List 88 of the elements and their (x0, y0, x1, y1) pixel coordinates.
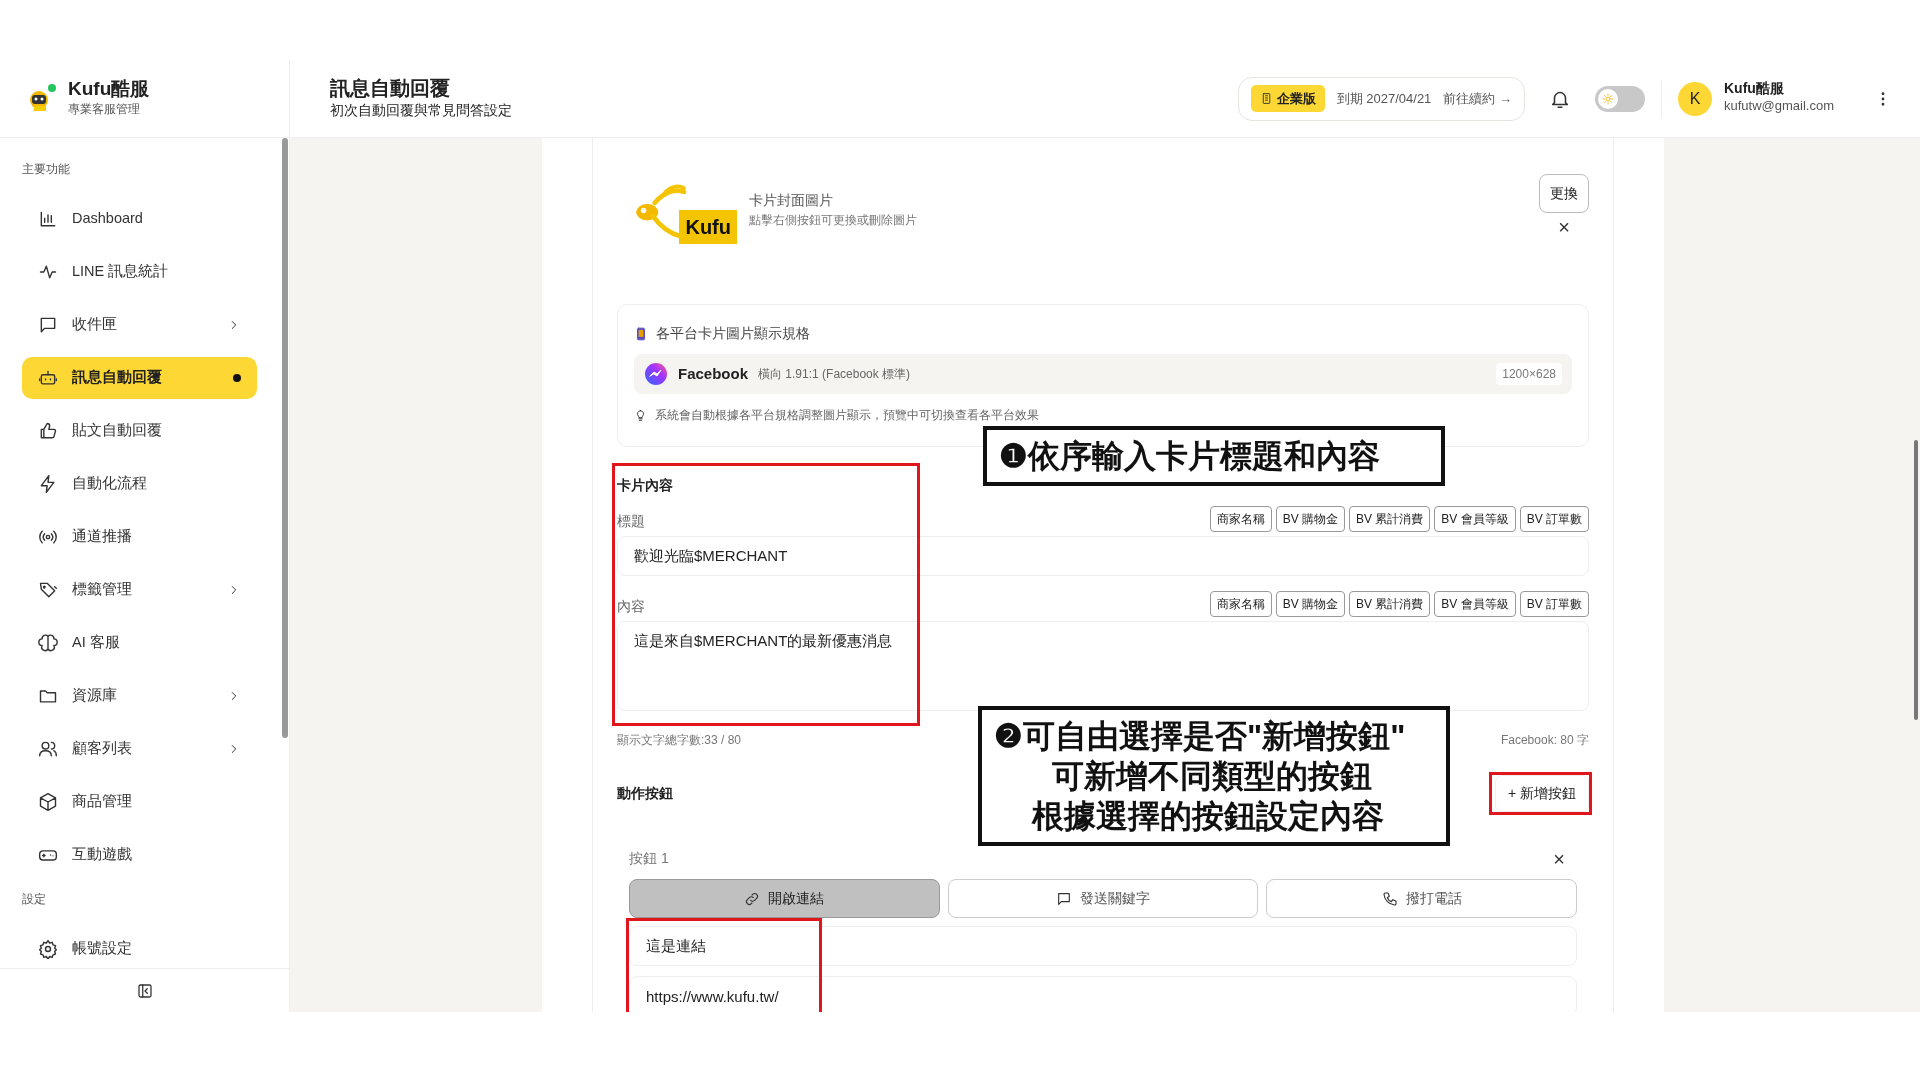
button-text-field[interactable]: 這是連結 (629, 926, 1577, 966)
character-limit: Facebook: 80 字 (1500, 732, 1589, 749)
page-title: 訊息自動回覆 (330, 76, 451, 100)
robot-icon (38, 368, 58, 388)
tag-icon (38, 580, 58, 600)
variable-button[interactable]: 商家名稱 (1209, 506, 1272, 532)
action-type-tab[interactable]: 發送關鍵字 (947, 879, 1259, 918)
action-type-tab[interactable]: 撥打電話 (1266, 879, 1577, 918)
brand-subtitle: 專業客服管理 (68, 100, 141, 118)
sidebar-item[interactable]: 自動化流程 (22, 463, 257, 505)
plan-badge: 企業版 (1250, 84, 1325, 113)
remove-button[interactable]: × (1553, 848, 1565, 869)
content-field[interactable]: 這是來自$MERCHANT的最新優惠消息 (617, 621, 1589, 711)
sidebar-item[interactable]: 資源庫 (22, 675, 257, 717)
logo-text: Kufu (679, 210, 737, 244)
platform-ratio: 橫向 1.91:1 (Facebook 標準) (758, 366, 911, 383)
title-field[interactable]: 歡迎光臨$MERCHANT (617, 536, 1589, 576)
callout-text: 根據選擇的按鈕設定內容 (1030, 797, 1385, 836)
image-size: 1200×628 (1496, 363, 1562, 385)
user-avatar[interactable]: K (1678, 81, 1712, 116)
variable-button[interactable]: BV 累計消費 (1348, 591, 1431, 617)
field-label: 標題 (617, 512, 645, 531)
scrollbar[interactable] (1914, 440, 1918, 720)
message-icon (38, 315, 58, 335)
action-type-tab[interactable]: 開啟連結 (629, 879, 940, 918)
sidebar-item[interactable]: 訊息自動回覆 (22, 357, 257, 399)
character-count: 顯示文字總字數:33 / 80 (617, 732, 742, 749)
sidebar-item[interactable]: 商品管理 (22, 781, 257, 823)
theme-toggle[interactable] (1595, 85, 1645, 112)
brain-icon (38, 633, 58, 653)
section-heading: 動作按鈕 (617, 784, 673, 803)
sidebar-item[interactable]: AI 客服 (22, 622, 257, 664)
message-icon (1056, 890, 1072, 907)
variable-button[interactable]: BV 訂單數 (1519, 506, 1589, 532)
spec-hint: 系統會自動根據各平台規格調整圖片顯示，預覽中可切換查看各平台效果 (655, 407, 1039, 424)
sidebar-item[interactable]: 通道推播 (22, 516, 257, 558)
callout-text: ❶依序輸入卡片標題和內容 (999, 437, 1381, 476)
cover-title: 卡片封面圖片 (749, 191, 834, 210)
sidebar-item[interactable]: 標籤管理 (22, 569, 257, 611)
collapse-sidebar-icon[interactable] (135, 981, 154, 1000)
box-icon (38, 792, 58, 812)
people-icon (38, 739, 58, 759)
scrollbar[interactable] (282, 138, 288, 738)
user-name: Kufu酷服 (1724, 81, 1785, 97)
close-button[interactable]: × (1558, 217, 1570, 237)
sidebar-item[interactable]: Dashboard (22, 198, 257, 240)
user-email: kufutw@gmail.com (1724, 97, 1834, 116)
section-heading: 設定 (22, 891, 47, 908)
sidebar-item[interactable]: 貼文自動回覆 (22, 410, 257, 452)
sidebar-item[interactable]: 顧客列表 (22, 728, 257, 770)
lightbulb-icon (634, 408, 647, 422)
url-field[interactable]: https://www.kufu.tw/ (629, 976, 1577, 1012)
variable-button[interactable]: BV 購物金 (1275, 506, 1345, 532)
pulse-icon (38, 262, 58, 282)
sidebar-item[interactable]: 收件匣 (22, 304, 257, 346)
page-subtitle: 初次自動回覆與常見問答設定 (330, 101, 512, 120)
dot-icon (233, 374, 241, 382)
brand-name: Kufu酷服 (68, 79, 150, 100)
link-icon (744, 890, 761, 907)
variable-button[interactable]: BV 累計消費 (1348, 506, 1431, 532)
variable-button[interactable]: BV 會員等級 (1434, 506, 1516, 532)
chart-icon (38, 209, 58, 229)
messenger-icon (644, 362, 668, 386)
change-button[interactable]: 更換 (1539, 174, 1589, 213)
cover-hint: 點擊右側按鈕可更換或刪除圖片 (749, 212, 917, 229)
variable-button[interactable]: BV 購物金 (1275, 591, 1345, 617)
add-button[interactable]: + 新增按鈕 (1494, 775, 1589, 812)
phone-icon (1381, 890, 1398, 907)
variable-button[interactable]: 商家名稱 (1209, 591, 1272, 617)
sun-icon (1602, 92, 1614, 105)
thumbs-up-icon (38, 421, 58, 441)
callout-text: 可新增不同類型的按鈕 (1051, 757, 1373, 796)
callout-text: ❷可自由選擇是否"新增按鈕" (994, 717, 1407, 756)
section-heading: 主要功能 (22, 161, 71, 178)
button-label: 按鈕 1 (629, 849, 669, 868)
spec-title: 各平台卡片圖片顯示規格 (656, 324, 810, 343)
renew-link[interactable]: 前往續約 → (1443, 88, 1512, 109)
section-heading: 卡片內容 (617, 476, 674, 495)
settings-icon (38, 939, 58, 959)
variable-button[interactable]: BV 會員等級 (1434, 591, 1516, 617)
sidebar-item[interactable]: 互動遊戲 (22, 834, 257, 876)
phone-icon (634, 326, 648, 341)
expiry-date: 到期 2027/04/21 (1336, 89, 1432, 108)
variable-button[interactable]: BV 訂單數 (1519, 591, 1589, 617)
sidebar-item[interactable]: 帳號設定 (22, 928, 257, 968)
platform-name: Facebook (678, 363, 749, 384)
sidebar-item[interactable]: LINE 訊息統計 (22, 251, 257, 293)
field-label: 內容 (617, 597, 645, 616)
